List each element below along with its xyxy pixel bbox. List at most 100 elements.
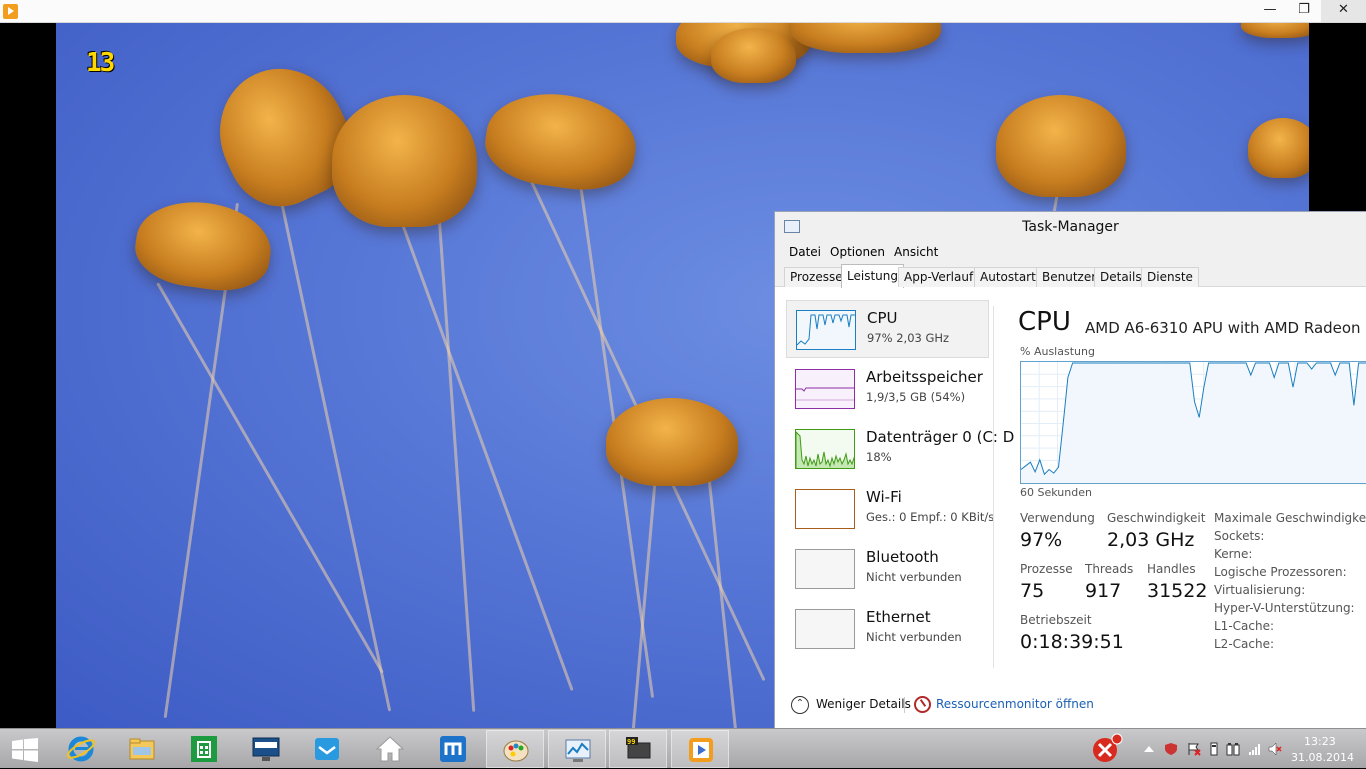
jellyfish — [1241, 23, 1309, 38]
taskbar-file-explorer[interactable] — [113, 730, 171, 768]
cpu-usage-area — [1021, 363, 1366, 483]
taskbar-fraps[interactable]: 99 — [609, 730, 667, 768]
cpu-mini-graph — [796, 310, 856, 350]
shield-icon[interactable] — [1164, 742, 1178, 756]
stat-geschwindigkeit: 2,03 GHz — [1107, 529, 1195, 551]
taskbar-mail[interactable] — [298, 730, 356, 768]
tab-dienste[interactable]: Dienste — [1141, 267, 1199, 287]
stat-betriebszeit: 0:18:39:51 — [1020, 631, 1124, 653]
media-player-app-icon[interactable] — [3, 4, 18, 19]
stat-label-verwendung: Verwendung — [1020, 511, 1095, 525]
resource-name: Ethernet — [866, 608, 931, 626]
player-titlebar: — ❐ ✕ — [0, 0, 1366, 23]
store-icon — [191, 736, 217, 762]
jellyfish — [606, 398, 738, 486]
resource-name: Wi-Fi — [866, 488, 902, 506]
internet-explorer-icon — [67, 736, 95, 762]
battery-icon[interactable] — [1226, 742, 1240, 756]
task-manager-icon — [565, 739, 591, 762]
resource-item-bluetooth[interactable]: Bluetooth Nicht verbunden — [786, 540, 989, 598]
menu-ansicht[interactable]: Ansicht — [894, 245, 938, 259]
start-button[interactable] — [0, 730, 58, 768]
resource-name: Bluetooth — [866, 548, 939, 566]
menu-datei[interactable]: Datei — [789, 245, 821, 259]
chevron-up-icon[interactable] — [1142, 742, 1156, 756]
taskbar-store[interactable] — [175, 730, 233, 768]
resource-item-ethernet[interactable]: Ethernet Nicht verbunden — [786, 600, 989, 658]
maximize-button[interactable]: ❐ — [1287, 0, 1321, 22]
stat-handles: 31522 — [1147, 580, 1208, 602]
cpu-usage-svg — [1021, 362, 1366, 483]
stat-label-handles: Handles — [1147, 562, 1196, 576]
stat-label-geschwindigkeit: Geschwindigkeit — [1107, 511, 1206, 525]
resource-sub: Ges.: 0 Empf.: 0 KBit/s — [866, 510, 995, 524]
disk-mini-graph — [795, 429, 855, 469]
resource-name: Arbeitsspeicher — [866, 368, 983, 386]
panel-divider[interactable] — [993, 306, 994, 668]
stat-prozesse: 75 — [1020, 580, 1045, 602]
jellyfish-tentacle — [706, 462, 738, 728]
tab-autostart[interactable]: Autostart — [974, 267, 1042, 287]
tab-leistung[interactable]: Leistung — [841, 264, 904, 288]
tab-app-verlauf[interactable]: App-Verlauf — [898, 267, 980, 287]
taskbar-internet-explorer[interactable] — [52, 730, 110, 768]
taskbar-task-manager[interactable] — [548, 730, 606, 768]
paint-icon — [503, 740, 529, 762]
taskbar: 99 13:23 31.08.2014 — [0, 728, 1366, 768]
clock-time[interactable]: 13:23 — [1304, 735, 1336, 748]
chart-y-label: % Auslastung — [1020, 345, 1095, 358]
flag-icon[interactable] — [1187, 742, 1201, 756]
usb-icon[interactable] — [1207, 742, 1221, 756]
wifi-mini-graph — [795, 489, 855, 529]
mail-icon — [315, 738, 339, 760]
tab-prozesse[interactable]: Prozesse — [784, 267, 849, 287]
memory-mini-graph — [795, 369, 855, 409]
resource-sub: 97% 2,03 GHz — [867, 331, 950, 345]
resource-item-disk[interactable]: Datenträger 0 (C: D 18% — [786, 420, 1014, 478]
task-manager-titlebar[interactable]: Task-Manager — [775, 212, 1366, 242]
resource-monitor-icon[interactable] — [914, 696, 931, 713]
jellyfish-tentacle — [436, 192, 476, 712]
menu-bar: Datei Optionen Ansicht — [775, 242, 1366, 262]
minimize-button[interactable]: — — [1253, 0, 1287, 22]
ethernet-mini-graph — [795, 609, 855, 649]
close-button[interactable]: ✕ — [1321, 0, 1366, 22]
menu-optionen[interactable]: Optionen — [830, 245, 885, 259]
spec-label: Maximale Geschwindigkeit: — [1214, 511, 1366, 525]
fraps-icon: 99 — [626, 737, 651, 759]
maxthon-icon — [440, 736, 466, 762]
security-alert-icon[interactable] — [1090, 732, 1124, 766]
jellyfish — [791, 23, 941, 53]
taskbar-lenovo[interactable] — [237, 730, 295, 768]
clock-date[interactable]: 31.08.2014 — [1291, 751, 1354, 764]
chevron-up-circle-icon[interactable]: ⌃ — [791, 696, 809, 714]
bluetooth-mini-graph — [795, 549, 855, 589]
spec-label: Sockets: — [1214, 529, 1265, 543]
window-title: Task-Manager — [1022, 219, 1119, 235]
detail-title: CPU — [1018, 307, 1071, 337]
svg-text:99: 99 — [627, 738, 635, 746]
resource-item-cpu[interactable]: CPU 97% 2,03 GHz — [786, 300, 989, 358]
fewer-details-button[interactable]: Weniger Details — [816, 697, 911, 711]
osd-frame-counter: 13 — [86, 48, 115, 78]
resource-item-memory[interactable]: Arbeitsspeicher 1,9/3,5 GB (54%) — [786, 360, 989, 418]
tab-benutzer[interactable]: Benutzer — [1036, 267, 1103, 287]
stat-verwendung: 97% — [1020, 529, 1063, 551]
resource-sub: Nicht verbunden — [866, 570, 962, 584]
resource-sub: 18% — [866, 450, 892, 464]
tab-details[interactable]: Details — [1094, 267, 1148, 287]
signal-icon[interactable] — [1248, 742, 1262, 756]
spec-label: L2-Cache: — [1214, 637, 1275, 651]
cpu-model: AMD A6-6310 APU with AMD Radeon R4 — [1085, 319, 1366, 337]
resource-item-wifi[interactable]: Wi-Fi Ges.: 0 Empf.: 0 KBit/s — [786, 480, 994, 538]
task-manager-window[interactable]: Task-Manager Datei Optionen Ansicht Proz… — [774, 211, 1366, 729]
taskbar-home[interactable] — [361, 730, 419, 768]
taskbar-paint[interactable] — [486, 730, 544, 768]
start-icon — [12, 738, 38, 762]
volume-muted-icon[interactable] — [1268, 742, 1282, 756]
taskbar-media-player[interactable] — [671, 730, 729, 768]
taskbar-maxthon[interactable] — [424, 730, 482, 768]
open-resource-monitor-link[interactable]: Ressourcenmonitor öffnen — [936, 697, 1094, 711]
resource-sub: Nicht verbunden — [866, 630, 962, 644]
jellyfish — [711, 28, 796, 83]
